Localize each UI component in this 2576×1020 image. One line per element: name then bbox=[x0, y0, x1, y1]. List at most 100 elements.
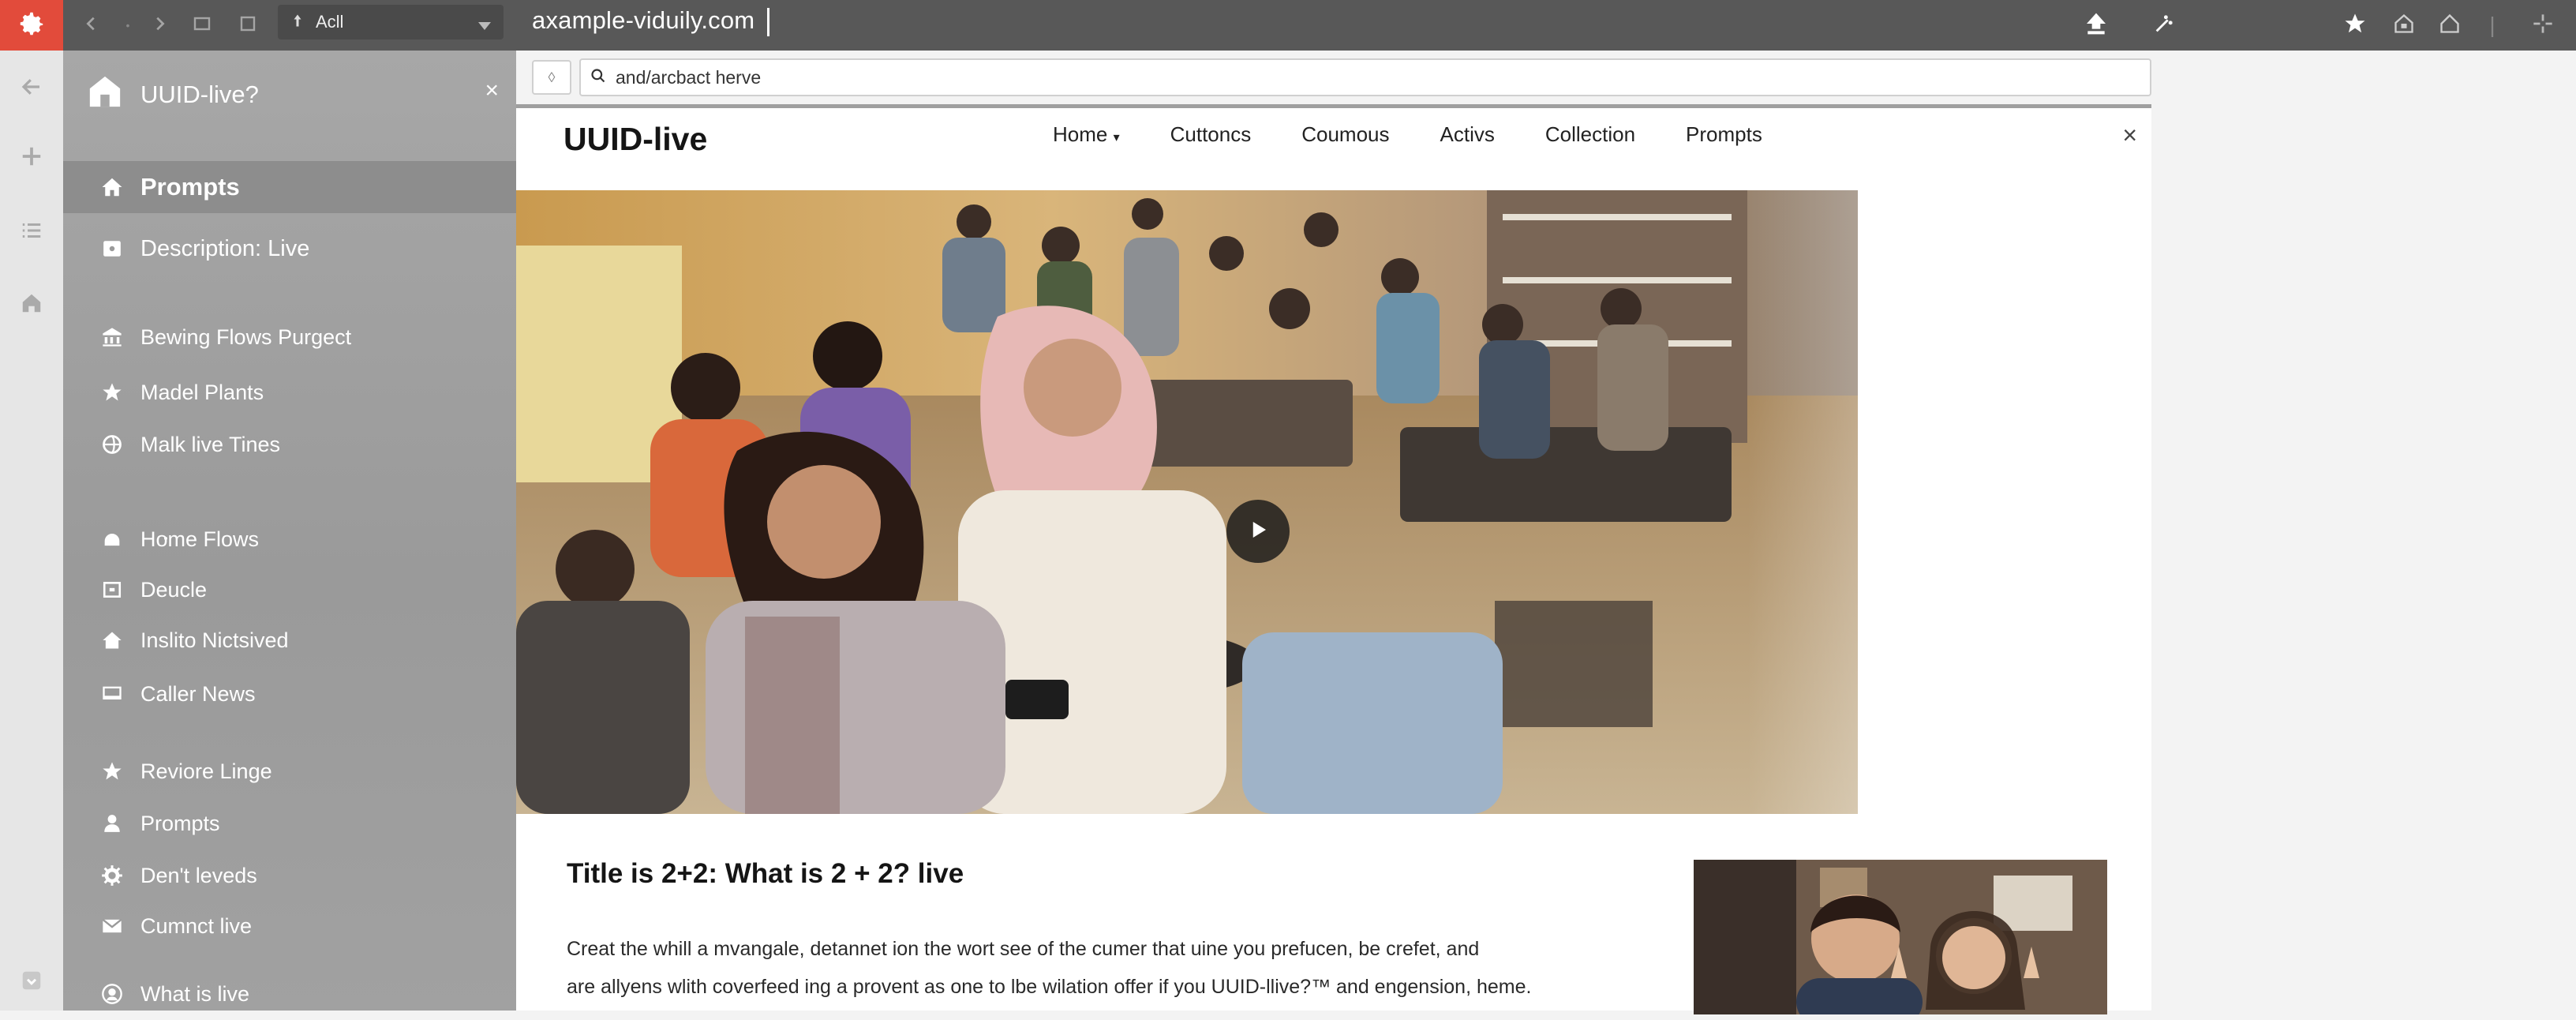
panel-item-reviore-linge[interactable]: Reviore Linge bbox=[63, 745, 516, 797]
box-icon bbox=[99, 577, 125, 602]
forward-button[interactable] bbox=[144, 9, 175, 41]
profile-dropdown[interactable]: Acll bbox=[278, 5, 504, 39]
panel-item-description[interactable]: Description: Live bbox=[63, 223, 516, 275]
panel-title: UUID-live? bbox=[140, 81, 259, 108]
article-thumbnail[interactable] bbox=[1694, 860, 2107, 1014]
panel-item-label: Prompts bbox=[140, 173, 240, 201]
arrow-left-icon bbox=[20, 75, 43, 103]
panel-close-button[interactable]: × bbox=[485, 79, 499, 103]
tab-icon bbox=[238, 14, 257, 37]
browser-toolbar: • Acll axample-viduily.com | bbox=[0, 0, 2576, 51]
user-icon bbox=[99, 811, 125, 836]
site-nav-coumous[interactable]: Coumous bbox=[1301, 122, 1389, 147]
site-nav-prompts[interactable]: Prompts bbox=[1686, 122, 1762, 147]
cloud-icon bbox=[99, 527, 125, 552]
chevron-right-icon bbox=[151, 15, 168, 36]
hero-image bbox=[516, 190, 2151, 814]
site-nav-home[interactable]: Home ▾ bbox=[1053, 122, 1120, 147]
window-icon bbox=[193, 14, 212, 37]
webpage: UUID-live Home ▾ Cuttoncs Coumous Activs… bbox=[516, 104, 2151, 1014]
panel-item-label: Madel Plants bbox=[140, 380, 264, 404]
house-icon bbox=[99, 628, 125, 653]
site-nav-activs[interactable]: Activs bbox=[1440, 122, 1495, 147]
panel-item-caller-news[interactable]: Caller News bbox=[63, 668, 516, 720]
panel-item-label: Home Flows bbox=[140, 527, 260, 551]
toolbar-divider: | bbox=[2489, 13, 2496, 37]
address-search-field[interactable]: and/arcbact herve bbox=[579, 58, 2151, 96]
window-button[interactable] bbox=[186, 9, 218, 41]
panel-item-label: Den't leveds bbox=[140, 863, 257, 887]
caret-down-icon: ▾ bbox=[1113, 131, 1120, 144]
home-icon bbox=[2393, 13, 2415, 39]
gear-logo-icon bbox=[17, 9, 47, 43]
monitor-icon bbox=[99, 681, 125, 707]
address-left-button[interactable]: ◊ bbox=[532, 60, 571, 95]
panel-item-prompts[interactable]: Prompts bbox=[63, 161, 516, 213]
article-title: Title is 2+2: What is 2 + 2? live bbox=[567, 858, 964, 889]
left-rail bbox=[0, 51, 63, 1011]
back-button[interactable] bbox=[76, 9, 107, 41]
rail-download-button[interactable] bbox=[14, 965, 49, 999]
globe-icon bbox=[99, 432, 125, 457]
panel-item-label: Reviore Linge bbox=[140, 759, 272, 783]
tab-button[interactable] bbox=[232, 9, 264, 41]
panel-item-what-is-live[interactable]: What is live bbox=[63, 968, 516, 1020]
house-icon bbox=[2439, 13, 2461, 39]
panel-item-inslito[interactable]: Inslito Nictsived bbox=[63, 614, 516, 666]
crosshair-icon bbox=[2532, 13, 2554, 39]
panel-item-label: Malk live Tines bbox=[140, 432, 281, 456]
site-nav: Home ▾ Cuttoncs Coumous Activs Collectio… bbox=[1053, 122, 1762, 147]
dropdown-label: Acll bbox=[316, 12, 344, 32]
panel-item-label: What is live bbox=[140, 981, 250, 1006]
panel-item-madel-plants[interactable]: Madel Plants bbox=[63, 366, 516, 418]
panel-item-cumnct-live[interactable]: Cumnct live bbox=[63, 900, 516, 952]
rail-home-button[interactable] bbox=[14, 287, 49, 322]
panel-item-label: Description: Live bbox=[140, 235, 310, 261]
star-icon bbox=[99, 380, 125, 405]
hero-video[interactable] bbox=[516, 190, 2151, 814]
rail-list-button[interactable] bbox=[14, 215, 49, 249]
wand-icon bbox=[2153, 13, 2175, 39]
article-paragraph: are allyens wlith coverfeed ing a proven… bbox=[567, 976, 1532, 998]
home-icon bbox=[99, 174, 125, 200]
site-nav-collection[interactable]: Collection bbox=[1545, 122, 1635, 147]
text-cursor bbox=[767, 8, 769, 36]
thumbnail-image bbox=[1694, 860, 2107, 1014]
panel-header: UUID-live? bbox=[87, 71, 259, 118]
url-display[interactable]: axample-viduily.com bbox=[532, 6, 754, 35]
rail-pin-button[interactable] bbox=[14, 141, 49, 175]
panel-item-label: Caller News bbox=[140, 681, 256, 706]
address-query: and/arcbact herve bbox=[616, 66, 762, 88]
site-title[interactable]: UUID-live bbox=[564, 121, 707, 158]
site-close-button[interactable]: × bbox=[2122, 121, 2137, 150]
upload-icon bbox=[2084, 11, 2109, 40]
extension-button[interactable] bbox=[2434, 9, 2466, 41]
star-icon bbox=[99, 759, 125, 784]
menu-button[interactable] bbox=[2527, 9, 2559, 41]
panel-item-dent-leveds[interactable]: Den't leveds bbox=[63, 849, 516, 902]
play-icon bbox=[1246, 518, 1270, 546]
list-icon bbox=[20, 219, 43, 246]
panel-item-prompts-2[interactable]: Prompts bbox=[63, 797, 516, 849]
site-nav-cuttoncs[interactable]: Cuttoncs bbox=[1170, 122, 1252, 147]
bookmark-button[interactable] bbox=[2339, 9, 2371, 41]
panel-item-deucle[interactable]: Deucle bbox=[63, 564, 516, 616]
panel-item-home-flows[interactable]: Home Flows bbox=[63, 513, 516, 565]
caret-down-icon bbox=[477, 16, 492, 36]
app-logo-button[interactable] bbox=[0, 0, 63, 51]
play-button[interactable] bbox=[1226, 500, 1290, 563]
home-button[interactable] bbox=[2388, 9, 2420, 41]
rail-back-button[interactable] bbox=[14, 71, 49, 106]
panel-item-bewing-flows[interactable]: Bewing Flows Purgect bbox=[63, 311, 516, 363]
article-paragraph: Creat the whill a mvangale, detannet ion… bbox=[567, 938, 1480, 960]
share-button[interactable] bbox=[2080, 9, 2112, 41]
panel-item-malk-live[interactable]: Malk live Tines bbox=[63, 418, 516, 471]
image-icon bbox=[99, 236, 125, 261]
person-circle-icon bbox=[99, 981, 125, 1007]
chevron-left-icon bbox=[83, 15, 100, 36]
magic-button[interactable] bbox=[2148, 9, 2180, 41]
house-icon bbox=[87, 73, 123, 116]
home-icon bbox=[20, 291, 43, 319]
panel-item-label: Deucle bbox=[140, 577, 208, 602]
panel-item-label: Prompts bbox=[140, 811, 220, 835]
